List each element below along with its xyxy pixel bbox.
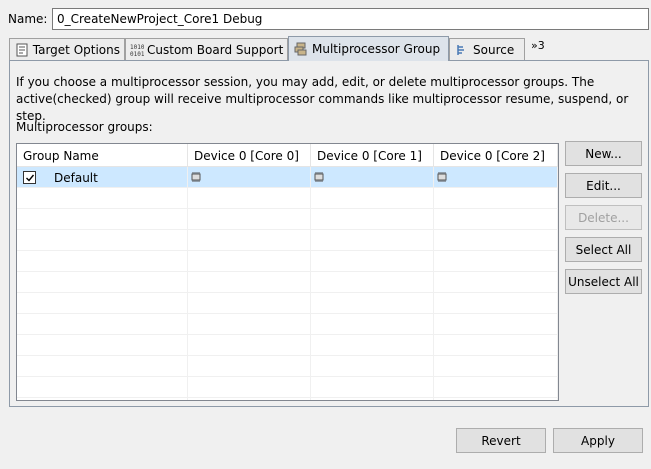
column-header-core-1[interactable]: Device 0 [Core 1] <box>311 144 434 167</box>
group-name: Default <box>54 170 98 185</box>
target-options-icon <box>14 42 30 58</box>
column-header-core-0[interactable]: Device 0 [Core 0] <box>188 144 311 167</box>
tab-overflow-button[interactable]: »3 <box>531 39 545 52</box>
chip-icon[interactable] <box>436 171 448 185</box>
empty-row <box>17 209 558 230</box>
tab-source[interactable]: Source <box>449 38 525 60</box>
tab-multiprocessor-group[interactable]: Multiprocessor Group <box>288 36 449 61</box>
svg-text:1010: 1010 <box>130 44 144 51</box>
chip-icon[interactable] <box>313 171 325 185</box>
apply-button[interactable]: Apply <box>553 428 643 453</box>
empty-row <box>17 314 558 335</box>
empty-row <box>17 377 558 398</box>
multiprocessor-group-panel: If you choose a multiprocessor session, … <box>9 60 649 407</box>
table-header: Group Name Device 0 [Core 0] Device 0 [C… <box>17 144 558 167</box>
chip-icon[interactable] <box>190 171 202 185</box>
name-label: Name: <box>8 12 48 26</box>
table-row[interactable]: Default <box>17 167 558 188</box>
empty-row <box>17 335 558 356</box>
board-support-icon: 1010 0101 <box>130 42 144 58</box>
name-row: Name: <box>8 8 52 30</box>
edit-button[interactable]: Edit... <box>565 173 642 198</box>
empty-row <box>17 293 558 314</box>
groups-label: Multiprocessor groups: <box>16 120 153 134</box>
empty-row <box>17 230 558 251</box>
revert-button[interactable]: Revert <box>456 428 546 453</box>
empty-row <box>17 272 558 293</box>
empty-row <box>17 398 558 400</box>
multiprocessor-icon <box>293 41 309 57</box>
empty-row <box>17 356 558 377</box>
delete-button[interactable]: Delete... <box>565 205 642 230</box>
column-header-group-name[interactable]: Group Name <box>17 144 188 167</box>
tab-bar: Target Options 1010 0101 Custom Board Sup… <box>9 36 649 61</box>
unselect-all-button[interactable]: Unselect All <box>565 269 642 294</box>
groups-table: Group Name Device 0 [Core 0] Device 0 [C… <box>16 143 559 401</box>
empty-row <box>17 251 558 272</box>
source-icon <box>454 42 470 58</box>
svg-text:0101: 0101 <box>130 51 144 57</box>
empty-row <box>17 188 558 209</box>
column-header-core-2[interactable]: Device 0 [Core 2] <box>434 144 558 167</box>
new-button[interactable]: New... <box>565 141 642 166</box>
select-all-button[interactable]: Select All <box>565 237 642 262</box>
tab-custom-board-support[interactable]: 1010 0101 Custom Board Support <box>125 38 288 60</box>
tab-target-options[interactable]: Target Options <box>9 38 125 60</box>
group-active-checkbox[interactable] <box>23 171 36 184</box>
description-text: If you choose a multiprocessor session, … <box>16 75 629 123</box>
name-field[interactable]: 0_CreateNewProject_Core1 Debug <box>52 8 649 30</box>
